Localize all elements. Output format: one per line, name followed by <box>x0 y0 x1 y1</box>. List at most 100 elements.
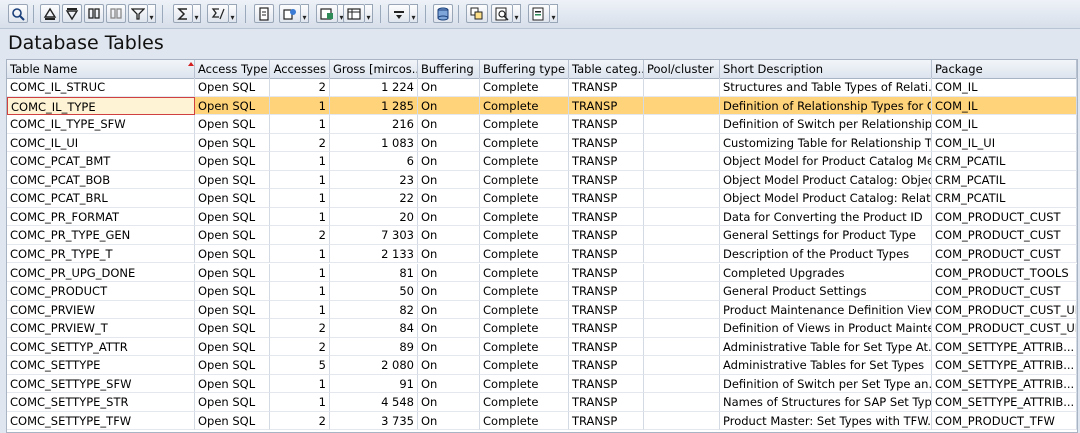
cell-buffering[interactable]: On <box>418 207 480 227</box>
cell-access-type[interactable]: Open SQL <box>195 300 270 320</box>
cell-access-type[interactable]: Open SQL <box>195 152 270 171</box>
cell-gross[interactable]: 89 <box>330 337 418 357</box>
cell-table-name[interactable]: COMC_IL_TYPE_SFW <box>7 115 195 134</box>
cell-access-type[interactable]: Open SQL <box>195 189 270 208</box>
cell-gross[interactable]: 216 <box>330 115 418 134</box>
cell-table-category[interactable]: TRANSP <box>569 319 644 338</box>
cell-short-description[interactable]: Data for Converting the Product ID <box>720 207 932 227</box>
cell-pool-cluster[interactable] <box>644 170 720 190</box>
cell-access-type[interactable]: Open SQL <box>195 226 270 245</box>
cell-gross[interactable]: 1 285 <box>330 96 418 116</box>
table-row[interactable]: COMC_PR_UPG_DONE Open SQL 1 81 On Complete TRA… <box>7 263 1077 282</box>
cell-table-category[interactable]: TRANSP <box>569 152 644 171</box>
cell-table-category[interactable]: TRANSP <box>569 207 644 227</box>
table-row[interactable]: COMC_IL_STRUC Open SQL 2 1 224 On Complete TRA… <box>7 78 1077 97</box>
cell-table-category[interactable]: TRANSP <box>569 374 644 394</box>
cell-table-category[interactable]: TRANSP <box>569 226 644 245</box>
cell-gross[interactable]: 81 <box>330 263 418 282</box>
cell-buffering-type[interactable]: Complete <box>480 282 569 301</box>
table-row[interactable]: COMC_IL_TYPE_SFW Open SQL 1 216 On Complete TR… <box>7 115 1077 134</box>
table-row[interactable]: COMC_SETTYPE_SFW Open SQL 1 91 On Complete TRA… <box>7 374 1077 394</box>
cell-package[interactable]: COM_PRODUCT_CUST <box>932 207 1077 227</box>
cell-short-description[interactable]: Completed Upgrades <box>720 263 932 282</box>
cell-table-category[interactable]: TRANSP <box>569 244 644 264</box>
cell-access-type[interactable]: Open SQL <box>195 170 270 190</box>
cell-gross[interactable]: 4 548 <box>330 393 418 412</box>
column-header-package[interactable]: Package <box>932 60 1077 78</box>
cell-pool-cluster[interactable] <box>644 207 720 227</box>
table-row[interactable]: COMC_PRODUCT Open SQL 1 50 On Complete TRANSP G… <box>7 282 1077 301</box>
cell-pool-cluster[interactable] <box>644 300 720 320</box>
export-spreadsheet-icon[interactable] <box>316 4 338 23</box>
cell-access-type[interactable]: Open SQL <box>195 96 270 116</box>
cell-table-name[interactable]: COMC_SETTYPE <box>7 356 195 375</box>
table-row[interactable]: COMC_SETTYPE_TFW Open SQL 2 3 735 On Complete… <box>7 411 1077 431</box>
subtotal-dropdown[interactable]: ▾ <box>229 4 237 23</box>
table-row[interactable]: COMC_SETTYPE Open SQL 5 2 080 On Complete TRAN… <box>7 356 1077 375</box>
cell-gross[interactable]: 3 735 <box>330 411 418 431</box>
cell-gross[interactable]: 22 <box>330 189 418 208</box>
column-header-short-description[interactable]: Short Description <box>720 60 932 78</box>
cell-accesses[interactable]: 2 <box>270 226 330 245</box>
cell-gross[interactable]: 2 133 <box>330 244 418 264</box>
cell-short-description[interactable]: Definition of Switch per Relationship ..… <box>720 115 932 134</box>
cell-access-type[interactable]: Open SQL <box>195 356 270 375</box>
cell-buffering-type[interactable]: Complete <box>480 226 569 245</box>
column-header-table-category[interactable]: Table categ... <box>569 60 644 78</box>
cell-accesses[interactable]: 5 <box>270 356 330 375</box>
table-row[interactable]: COMC_PCAT_BOB Open SQL 1 23 On Complete TRANSP… <box>7 170 1077 190</box>
column-header-buffering[interactable]: Buffering <box>418 60 480 78</box>
cell-buffering-type[interactable]: Complete <box>480 133 569 153</box>
cell-package[interactable]: COM_PRODUCT_CUST_UI <box>932 319 1077 338</box>
abc-analysis-icon[interactable] <box>388 4 410 23</box>
cell-package[interactable]: COM_IL_UI <box>932 133 1077 153</box>
column-header-pool-cluster[interactable]: Pool/cluster <box>644 60 720 78</box>
subtotal-icon[interactable] <box>207 4 229 23</box>
cell-gross[interactable]: 7 303 <box>330 226 418 245</box>
cell-buffering[interactable]: On <box>418 411 480 431</box>
cell-package[interactable]: COM_SETTYPE_ATTRIB... <box>932 356 1077 375</box>
cell-buffering-type[interactable]: Complete <box>480 319 569 338</box>
filter-dropdown[interactable]: ▾ <box>148 4 156 23</box>
cell-pool-cluster[interactable] <box>644 337 720 357</box>
cell-buffering-type[interactable]: Complete <box>480 374 569 394</box>
cell-table-category[interactable]: TRANSP <box>569 189 644 208</box>
table-row[interactable]: COMC_PR_FORMAT Open SQL 1 20 On Complete TRANS… <box>7 207 1077 227</box>
export-icon[interactable] <box>279 4 301 23</box>
cell-accesses[interactable]: 2 <box>270 133 330 153</box>
cell-short-description[interactable]: Product Maintenance Definition Views <box>720 300 932 320</box>
cell-package[interactable]: COM_PRODUCT_CUST <box>932 244 1077 264</box>
cell-buffering-type[interactable]: Complete <box>480 96 569 116</box>
cell-buffering[interactable]: On <box>418 115 480 134</box>
cell-access-type[interactable]: Open SQL <box>195 133 270 153</box>
table-row[interactable]: COMC_SETTYPE_STR Open SQL 1 4 548 On Complete… <box>7 393 1077 412</box>
zoom-dropdown[interactable]: ▾ <box>513 4 521 23</box>
cell-pool-cluster[interactable] <box>644 226 720 245</box>
cell-buffering[interactable]: On <box>418 226 480 245</box>
cell-buffering-type[interactable]: Complete <box>480 244 569 264</box>
cell-gross[interactable]: 91 <box>330 374 418 394</box>
cell-table-name[interactable]: COMC_PRVIEW <box>7 300 195 320</box>
cell-buffering-type[interactable]: Complete <box>480 189 569 208</box>
cell-access-type[interactable]: Open SQL <box>195 115 270 134</box>
cell-accesses[interactable]: 2 <box>270 78 330 97</box>
cell-pool-cluster[interactable] <box>644 189 720 208</box>
cell-accesses[interactable]: 1 <box>270 96 330 116</box>
cell-gross[interactable]: 1 224 <box>330 78 418 97</box>
word-processing-icon[interactable] <box>466 4 488 23</box>
cell-accesses[interactable]: 1 <box>270 393 330 412</box>
cell-accesses[interactable]: 1 <box>270 170 330 190</box>
cell-short-description[interactable]: Object Model Product Catalog: Objec... <box>720 170 932 190</box>
cell-accesses[interactable]: 2 <box>270 411 330 431</box>
cell-table-category[interactable]: TRANSP <box>569 393 644 412</box>
cell-pool-cluster[interactable] <box>644 133 720 153</box>
cell-pool-cluster[interactable] <box>644 263 720 282</box>
cell-short-description[interactable]: Object Model Product Catalog: Relati... <box>720 189 932 208</box>
cell-table-category[interactable]: TRANSP <box>569 411 644 431</box>
cell-access-type[interactable]: Open SQL <box>195 337 270 357</box>
cell-access-type[interactable]: Open SQL <box>195 244 270 264</box>
cell-table-category[interactable]: TRANSP <box>569 337 644 357</box>
column-header-accesses[interactable]: Accesses <box>270 60 330 78</box>
cell-pool-cluster[interactable] <box>644 96 720 116</box>
column-header-buffering-type[interactable]: Buffering type <box>480 60 569 78</box>
